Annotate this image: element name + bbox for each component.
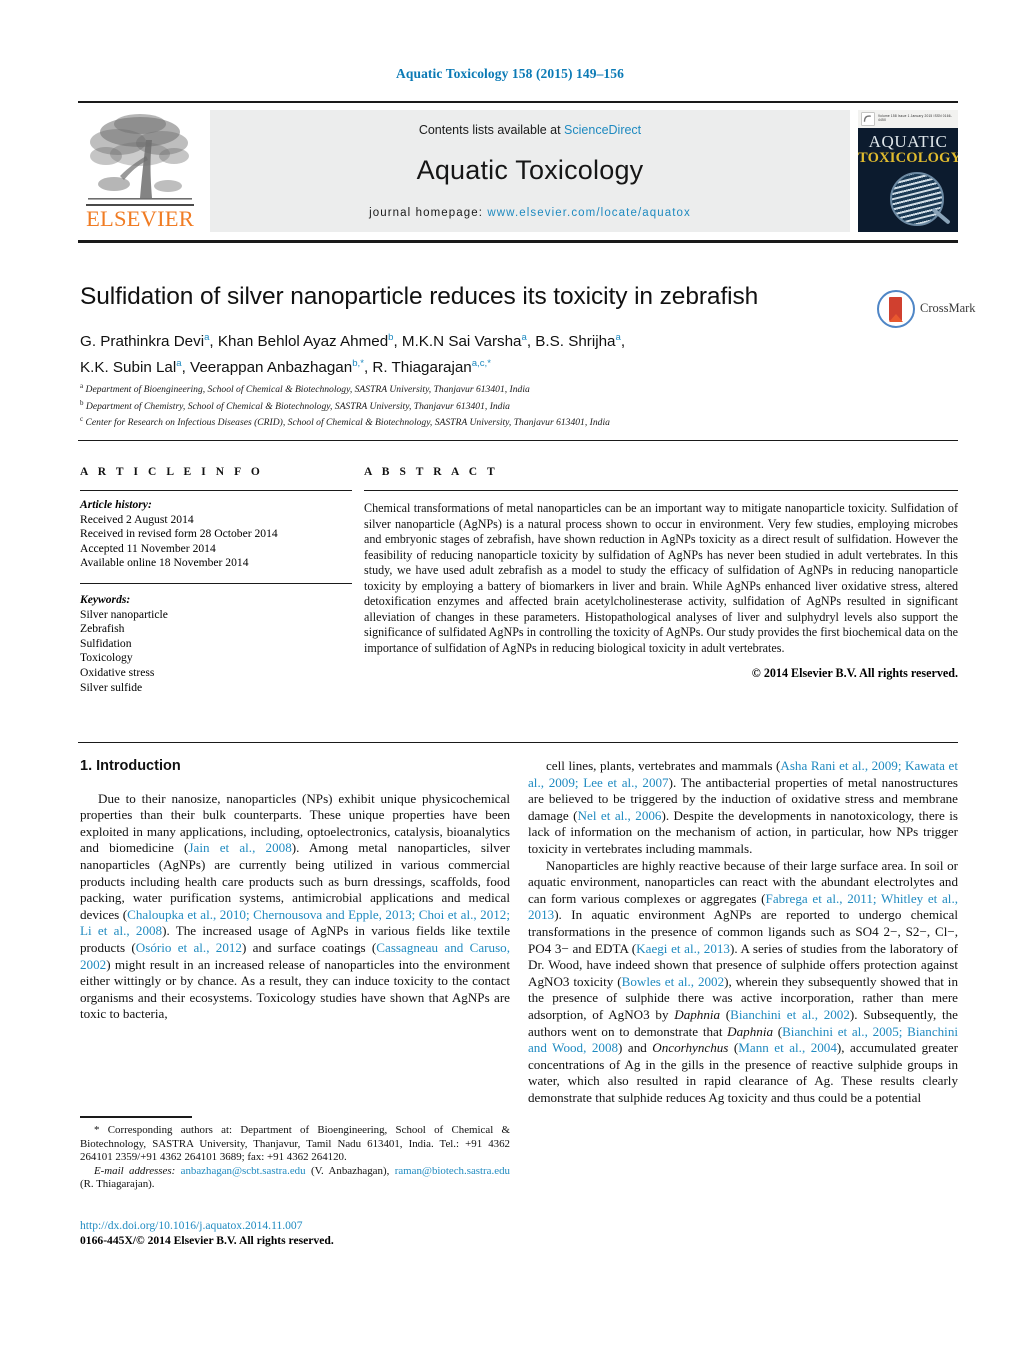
citation-link[interactable]: Jain et al., 2008 <box>188 840 291 855</box>
cover-elsevier-icon <box>861 112 875 126</box>
elsevier-tree-icon <box>88 114 192 200</box>
citation-link[interactable]: Kaegi et al., 2013 <box>636 941 730 956</box>
affiliation-c-text: Center for Research on Infectious Diseas… <box>85 417 610 429</box>
info-divider-bottom <box>78 742 958 743</box>
history-item: Received 2 August 2014 <box>80 512 194 526</box>
abstract-block: A B S T R A C T Chemical transformations… <box>364 466 958 681</box>
author-list: G. Prathinkra Devia, Khan Behlol Ayaz Ah… <box>80 327 880 379</box>
doi-link[interactable]: http://dx.doi.org/10.1016/j.aquatox.2014… <box>80 1218 510 1233</box>
cover-lens-graphic <box>890 172 944 226</box>
intro-text-o: ( <box>773 1023 783 1039</box>
keywords-rule <box>80 582 352 584</box>
sciencedirect-link[interactable]: ScienceDirect <box>564 123 641 137</box>
intro-text-p: ) and <box>618 1040 653 1056</box>
intro-text-m: ( <box>720 1006 731 1022</box>
keyword-item: Toxicology <box>80 651 133 665</box>
page-title: Sulfidation of silver nanoparticle reduc… <box>80 283 759 310</box>
footnote-block: * Corresponding authors at: Department o… <box>80 1124 510 1192</box>
info-divider-top <box>78 440 958 441</box>
footnote-divider <box>80 1116 192 1118</box>
keyword-item: Silver sulfide <box>80 680 143 694</box>
contents-prefix: Contents lists available at <box>418 123 565 137</box>
article-info-block: A R T I C L E I N F O Article history: R… <box>80 466 352 695</box>
journal-masthead: ELSEVIER Contents lists available at Sci… <box>78 101 958 233</box>
journal-cover-image: Volume 158 Issue 1 January 2015 ISSN 016… <box>858 110 958 232</box>
citation-link[interactable]: Osório et al., 2012 <box>136 940 242 955</box>
affiliation-a-text: Department of Bioengineering, School of … <box>85 384 530 396</box>
author-line-1: G. Prathinkra Devia, Khan Behlol Ayaz Ah… <box>80 332 626 351</box>
journal-homepage-link[interactable]: www.elsevier.com/locate/aquatox <box>487 207 691 219</box>
email-link-2[interactable]: raman@biotech.sastra.edu <box>395 1165 510 1177</box>
history-item: Accepted 11 November 2014 <box>80 541 216 555</box>
crossmark-label: CrossMark <box>920 301 976 315</box>
email-owner-1: (V. Anbazhagan), <box>310 1164 390 1177</box>
article-history-label: Article history: <box>80 498 152 511</box>
abstract-heading: A B S T R A C T <box>364 466 499 478</box>
species-name: Oncorhynchus <box>652 1040 729 1056</box>
keyword-item: Oxidative stress <box>80 665 155 679</box>
contents-available-line: Contents lists available at ScienceDirec… <box>210 123 850 137</box>
email-link-1[interactable]: anbazhagan@scbt.sastra.edu <box>181 1165 306 1177</box>
history-item: Received in revised form 28 October 2014 <box>80 527 278 541</box>
intro-text-e: ) might result in an increased release o… <box>80 956 510 1022</box>
issn-copyright-line: 0166-445X/© 2014 Elsevier B.V. All right… <box>80 1234 334 1247</box>
keyword-item: Zebrafish <box>80 622 125 636</box>
journal-homepage-line: journal homepage: www.elsevier.com/locat… <box>210 207 850 219</box>
cover-top-text: Volume 158 Issue 1 January 2015 ISSN 016… <box>878 114 952 122</box>
homepage-prefix: journal homepage: <box>369 207 488 219</box>
affiliation-a: a Department of Bioengineering, School o… <box>80 382 530 396</box>
journal-title: Aquatic Toxicology <box>416 155 644 185</box>
body-column-left: 1. Introduction Due to their nanosize, n… <box>80 758 510 1023</box>
affiliation-b-text: Department of Chemistry, School of Chemi… <box>85 400 510 412</box>
keywords-label: Keywords: <box>80 592 131 606</box>
keyword-item: Sulfidation <box>80 636 132 650</box>
body-column-right: cell lines, plants, vertebrates and mamm… <box>528 758 958 1106</box>
affiliation-b: b Department of Chemistry, School of Che… <box>80 398 510 412</box>
crossmark-badge[interactable]: CrossMark <box>877 290 976 330</box>
keyword-item: Silver nanoparticle <box>80 607 168 621</box>
elsevier-wordmark: ELSEVIER <box>86 206 194 231</box>
author-line-2: K.K. Subin Lala, Veerappan Anbazhaganb,*… <box>80 358 491 377</box>
article-first-page: Aquatic Toxicology 158 (2015) 149–156 EL… <box>0 0 1020 1351</box>
intro-paragraph-3: Nanoparticles are highly reactive becaus… <box>528 858 958 1107</box>
intro-paragraph-2: cell lines, plants, vertebrates and mamm… <box>528 758 958 858</box>
crossmark-icon <box>877 290 915 328</box>
cover-title-toxicology: TOXICOLOGY <box>858 150 958 166</box>
citation-link[interactable]: Nel et al., 2006 <box>578 808 662 823</box>
cover-title-aquatic: AQUATIC <box>868 132 948 151</box>
affiliation-c: c Center for Research on Infectious Dise… <box>80 415 610 429</box>
doi-block: http://dx.doi.org/10.1016/j.aquatox.2014… <box>80 1218 510 1248</box>
species-name: Daphnia <box>727 1023 773 1039</box>
affiliation-list: a Department of Bioengineering, School o… <box>80 380 910 430</box>
copyright-line: © 2014 Elsevier B.V. All rights reserved… <box>751 666 958 680</box>
intro-text-d: ) and surface coatings ( <box>241 939 377 955</box>
article-info-rule <box>80 490 352 491</box>
abstract-rule <box>364 490 958 491</box>
intro-text-q: ( <box>728 1040 739 1056</box>
abstract-text: Chemical transformations of metal nanopa… <box>364 501 958 655</box>
species-name: Daphnia <box>674 1006 721 1022</box>
cover-top-strip: Volume 158 Issue 1 January 2015 ISSN 016… <box>858 110 958 128</box>
article-history: Article history: Received 2 August 2014 … <box>80 498 352 571</box>
elsevier-logo: ELSEVIER <box>78 110 202 232</box>
citation-link[interactable]: Bowles et al., 2002 <box>622 974 725 989</box>
article-info-heading: A R T I C L E I N F O <box>80 466 264 478</box>
intro-text-f: cell lines, plants, vertebrates and mamm… <box>546 758 781 773</box>
section-heading-introduction: 1. Introduction <box>80 758 181 774</box>
journal-info-band: Contents lists available at ScienceDirec… <box>210 110 850 232</box>
running-head: Aquatic Toxicology 158 (2015) 149–156 <box>396 66 624 81</box>
keywords-block: Keywords: Silver nanoparticle Zebrafish … <box>80 593 352 695</box>
history-item: Available online 18 November 2014 <box>80 556 249 570</box>
email-owner-2: (R. Thiagarajan). <box>80 1178 155 1191</box>
citation-link[interactable]: Bianchini et al., 2002 <box>730 1007 850 1022</box>
title-divider <box>78 240 958 243</box>
citation-link[interactable]: Mann et al., 2004 <box>738 1040 837 1055</box>
intro-paragraph-1: Due to their nanosize, nanoparticles (NP… <box>80 791 510 1023</box>
email-note: E-mail addresses: anbazhagan@scbt.sastra… <box>80 1165 510 1192</box>
email-label: E-mail addresses: <box>94 1164 176 1177</box>
corresponding-author-note: * Corresponding authors at: Department o… <box>80 1124 510 1164</box>
